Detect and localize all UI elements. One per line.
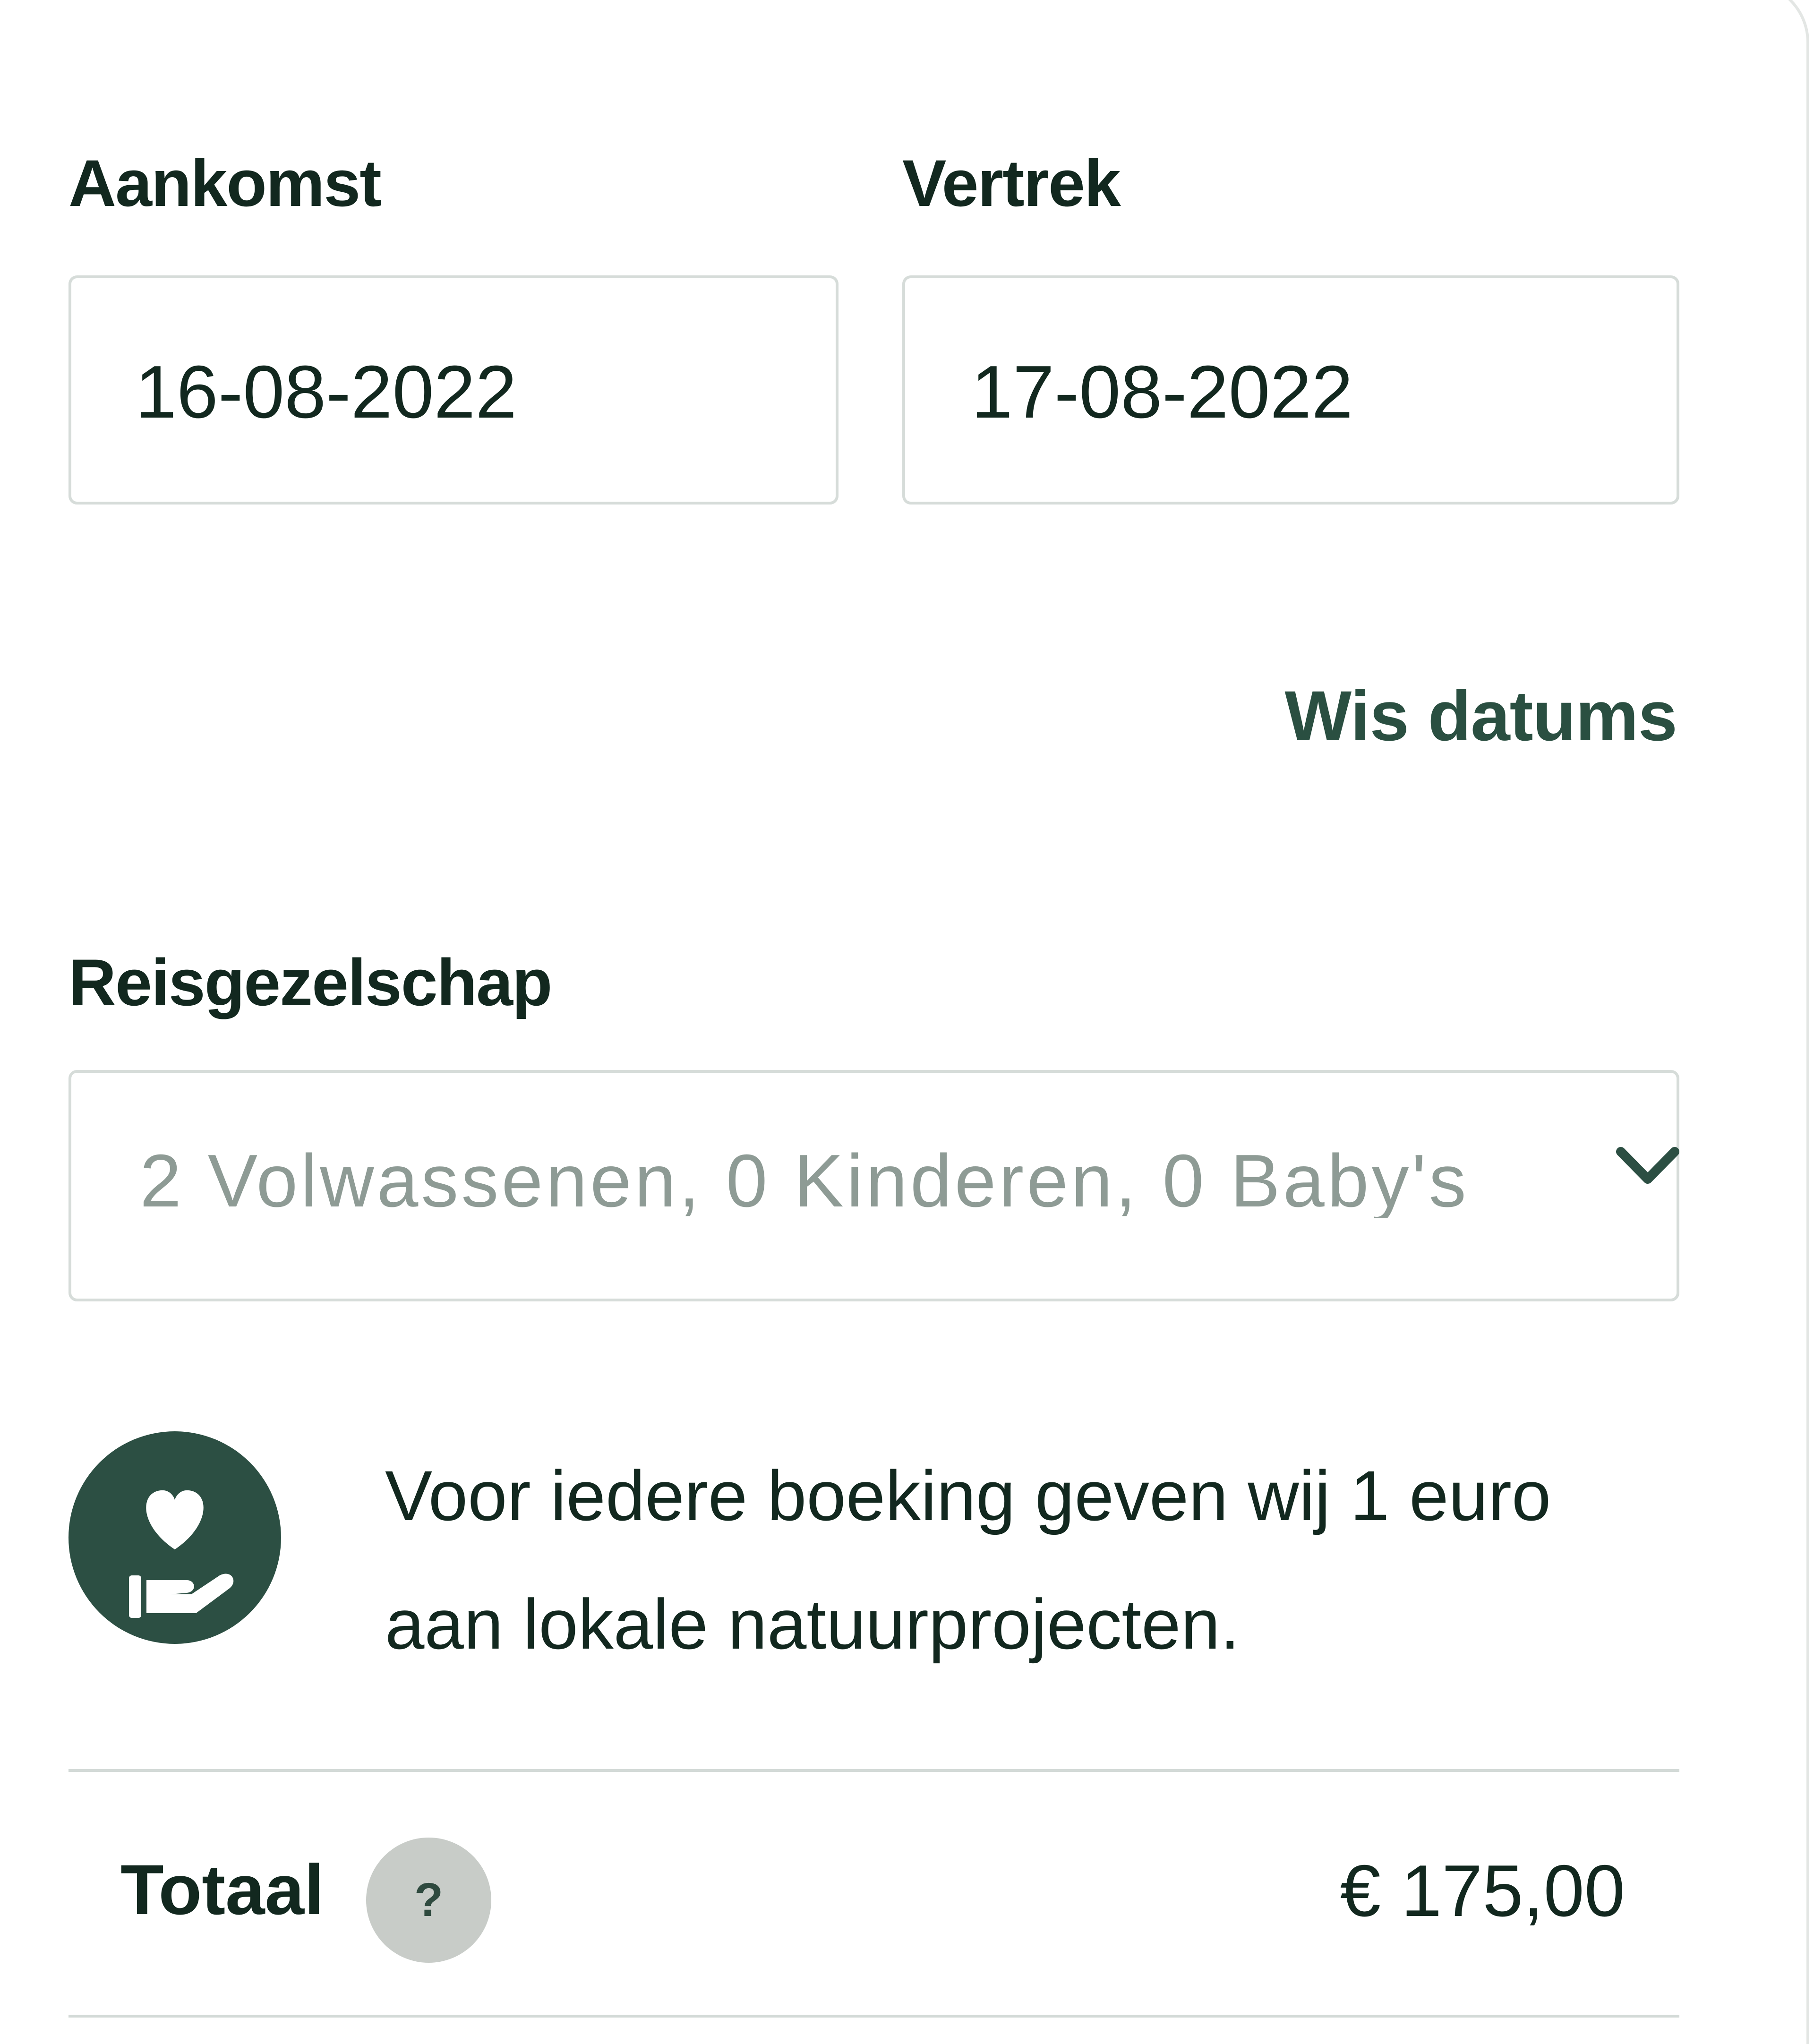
arrival-date-input[interactable]: 16-08-2022 — [68, 275, 839, 505]
divider — [68, 1769, 1679, 1772]
departure-date-input[interactable]: 17-08-2022 — [902, 275, 1679, 505]
guests-select-value: 2 Volwassenen, 0 Kinderen, 0 Baby's — [140, 1144, 1469, 1218]
divider — [68, 2015, 1679, 2018]
help-icon[interactable]: ? — [366, 1838, 491, 1963]
clear-dates-link[interactable]: Wis datums — [1285, 680, 1677, 751]
chevron-down-icon — [1616, 1147, 1679, 1184]
departure-label: Vertrek — [902, 146, 1121, 220]
arrival-date-value: 16-08-2022 — [135, 351, 517, 434]
heart-hand-icon — [68, 1431, 281, 1644]
total-value: € 175,00 — [1340, 1850, 1625, 1932]
arrival-label: Aankomst — [68, 146, 382, 220]
guests-select[interactable]: 2 Volwassenen, 0 Kinderen, 0 Baby's — [68, 1070, 1679, 1301]
departure-date-value: 17-08-2022 — [971, 351, 1353, 434]
donation-text: Voor iedere boeking geven wij 1 euro aan… — [385, 1456, 1551, 1664]
total-label: Totaal — [120, 1850, 324, 1929]
guests-label: Reisgezelschap — [68, 945, 552, 1019]
